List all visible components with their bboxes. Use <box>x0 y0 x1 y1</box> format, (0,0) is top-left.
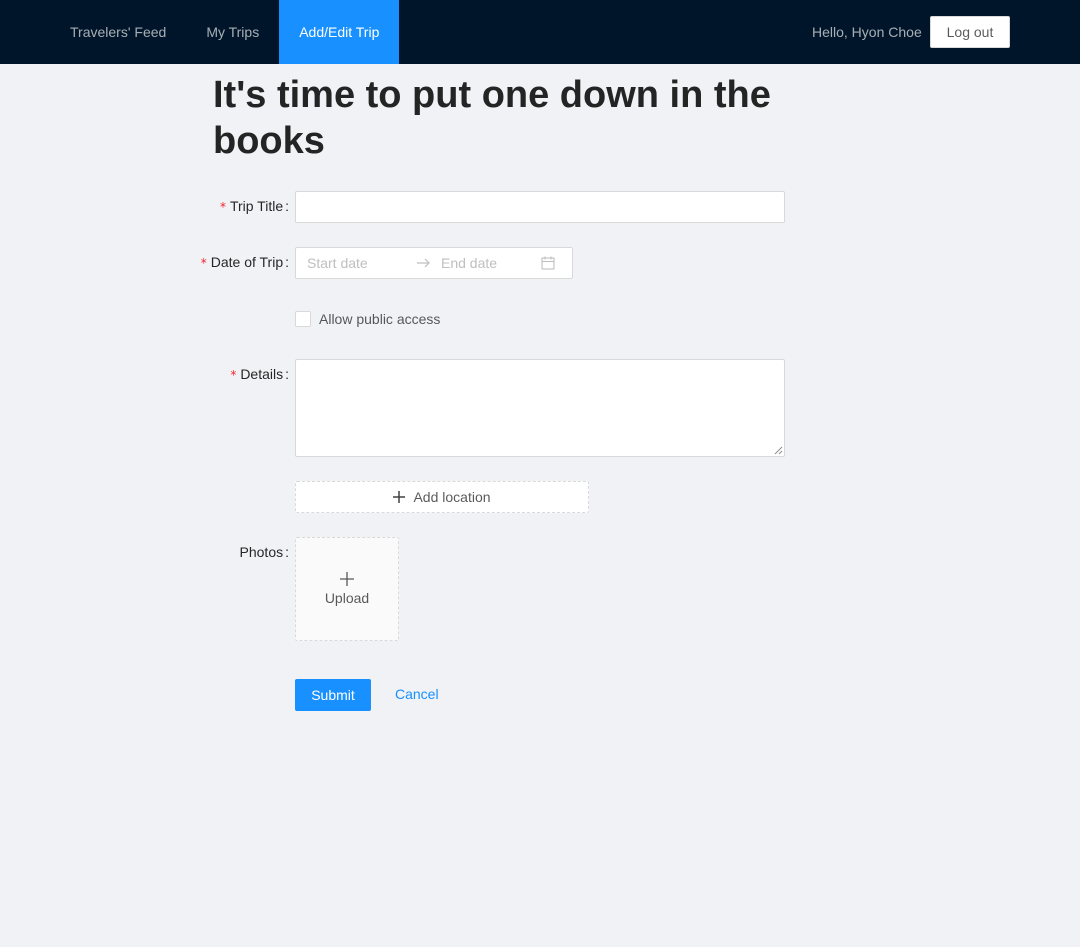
details-label: * Details: <box>230 366 289 382</box>
upload-label: Upload <box>324 590 370 606</box>
top-navbar: Travelers' Feed My Trips Add/Edit Trip H… <box>0 0 1080 64</box>
arrow-right-icon <box>417 255 431 271</box>
plus-icon <box>393 491 406 503</box>
required-mark: * <box>219 200 226 214</box>
resize-handle-icon[interactable] <box>774 446 783 455</box>
calendar-icon <box>541 256 555 270</box>
nav-item-travelers-feed[interactable]: Travelers' Feed <box>50 0 186 64</box>
logout-button[interactable]: Log out <box>930 16 1010 48</box>
date-range-picker[interactable]: Start date End date <box>295 247 573 279</box>
add-location-label: Add location <box>413 489 491 505</box>
trip-title-label: * Trip Title: <box>219 198 289 214</box>
submit-button[interactable]: Submit <box>295 679 371 711</box>
required-mark: * <box>200 256 207 270</box>
cancel-button[interactable]: Cancel <box>395 686 439 702</box>
required-mark: * <box>230 368 237 382</box>
public-access-checkbox[interactable] <box>295 311 311 327</box>
user-greeting: Hello, Hyon Choe <box>812 24 922 40</box>
main-nav: Travelers' Feed My Trips Add/Edit Trip <box>50 0 400 64</box>
trip-title-input[interactable] <box>295 191 785 223</box>
nav-item-my-trips[interactable]: My Trips <box>186 0 279 64</box>
end-date-input[interactable]: End date <box>441 255 537 271</box>
add-location-button[interactable]: Add location <box>295 481 589 513</box>
photo-upload-button[interactable]: Upload <box>295 537 399 641</box>
public-access-label[interactable]: Allow public access <box>319 311 440 327</box>
start-date-input[interactable]: Start date <box>307 255 407 271</box>
date-of-trip-label: * Date of Trip: <box>200 254 289 270</box>
nav-item-add-edit-trip[interactable]: Add/Edit Trip <box>279 0 400 64</box>
page-title: It's time to put one down in the books <box>213 74 771 162</box>
photos-label: Photos: <box>239 544 289 560</box>
plus-icon <box>340 572 354 586</box>
details-textarea[interactable] <box>295 359 785 457</box>
